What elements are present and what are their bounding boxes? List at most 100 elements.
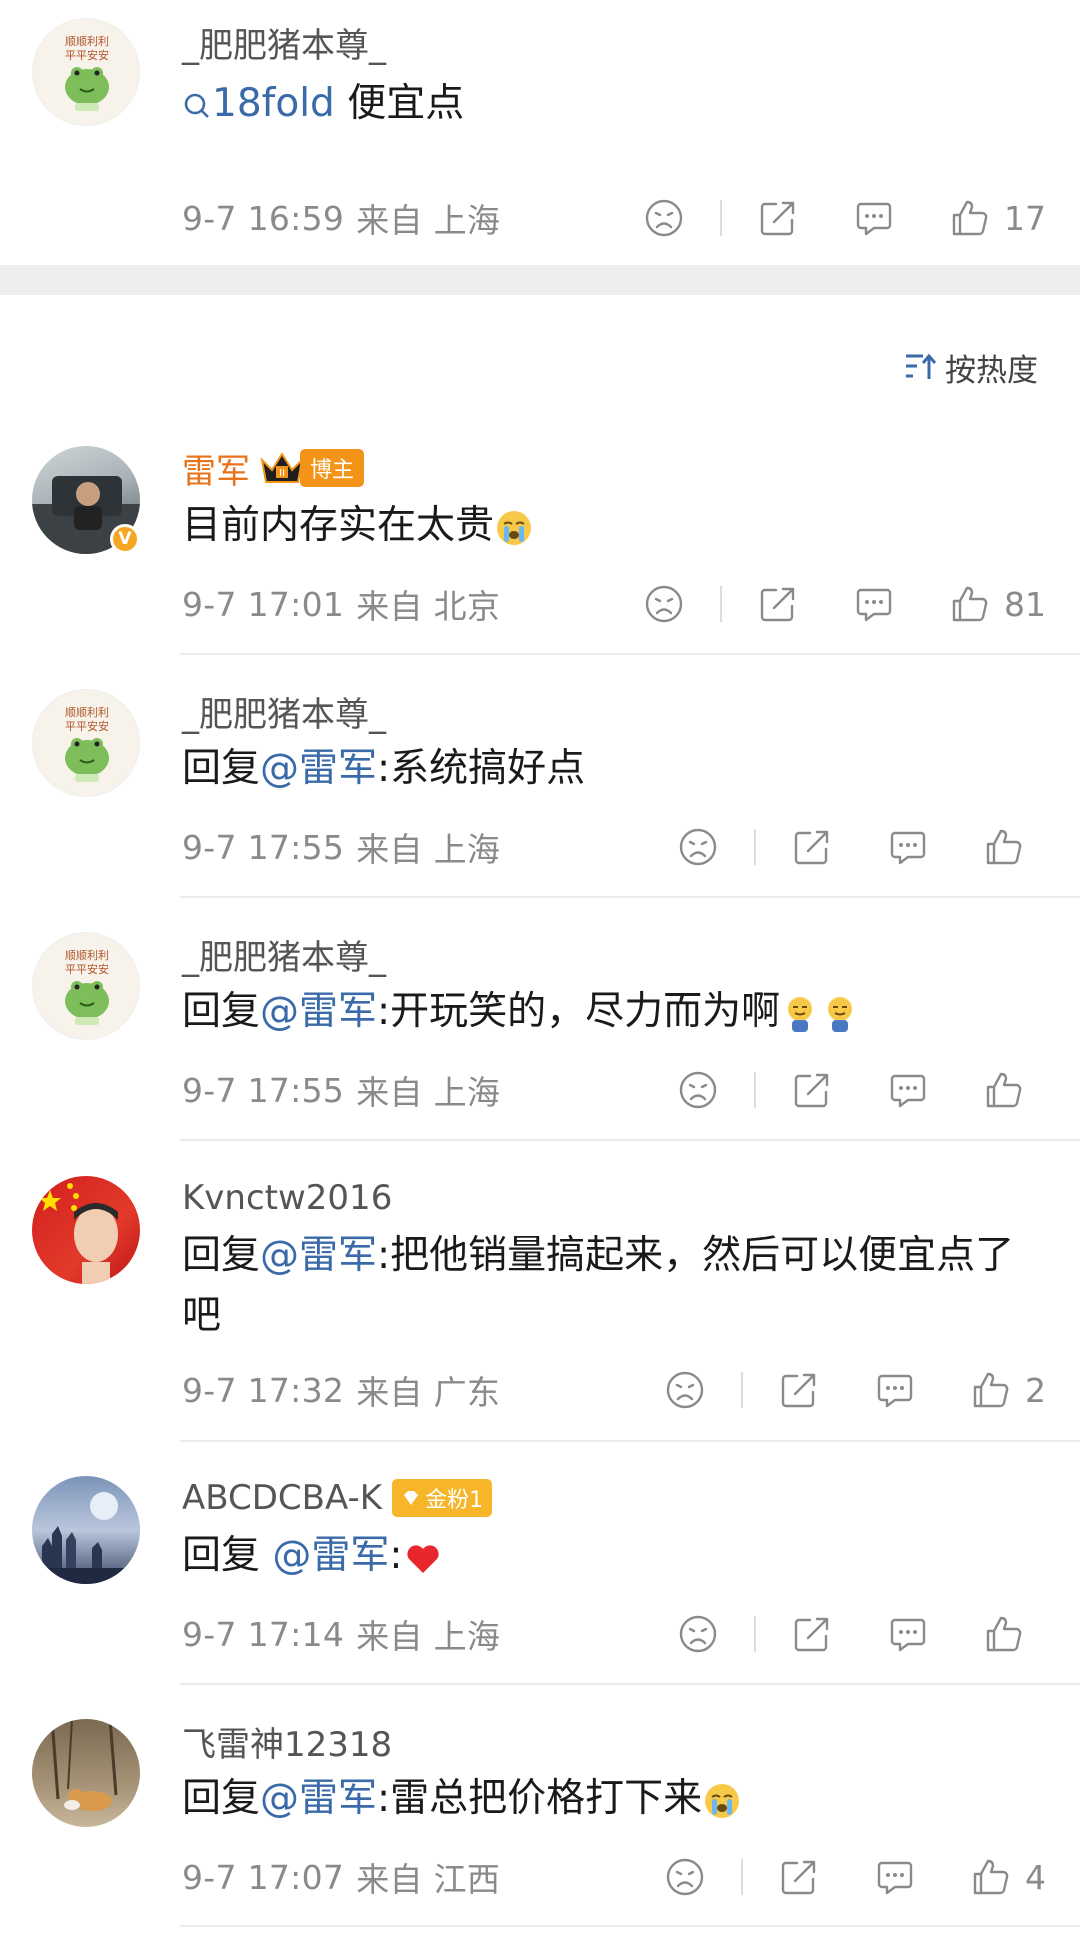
dislike-button[interactable] [676,1612,720,1656]
like-button[interactable]: 81 [948,582,1046,626]
post-date: 9-7 16:59 [182,198,345,238]
comment-button[interactable] [886,825,930,869]
thumbs-up-icon [973,1372,1009,1408]
reply-prefix: 回复 [182,989,261,1034]
comment-button[interactable] [852,196,896,240]
avatar[interactable] [32,1719,140,1827]
blogger-badge-label: 博主 [300,449,365,487]
thumbs-up-icon [973,1859,1009,1895]
sad-face-icon [679,1071,717,1109]
mention-link[interactable]: @雷军 [260,989,377,1034]
comment-author[interactable]: _肥肥猪本尊_ [182,932,386,978]
like-button[interactable]: 2 [969,1368,1046,1412]
comment-actions [676,1609,1038,1659]
comment-author[interactable]: Kvnctw2016 [182,1176,392,1220]
comment-date: 9-7 17:01 [182,584,345,624]
share-button[interactable] [790,825,834,869]
comment-location: 来自 上海 [356,830,501,869]
gem-icon [404,1491,419,1505]
mention-link[interactable]: @雷军 [260,1776,377,1821]
comment-text: 回复@雷军:开玩笑的，尽力而为啊 [182,982,1040,1042]
dislike-button[interactable] [663,1368,707,1412]
comment-divider [180,1925,1080,1927]
reply-prefix: 回复 [182,1233,261,1278]
crown-icon: II [260,452,304,483]
comment-author[interactable]: 飞雷神12318 [182,1719,392,1765]
comment-author-name: 雷军 [182,451,250,492]
like-button[interactable] [982,825,1038,869]
comment-author[interactable]: _肥肥猪本尊_ [182,689,386,735]
sad-face-icon [645,199,683,237]
section-separator [0,265,1080,295]
avatar[interactable]: 顺顺利利 平平安安 [32,18,140,126]
like-button[interactable] [982,1612,1038,1656]
comment-actions: 2 [663,1365,1046,1415]
sort-toggle[interactable]: 按热度 [903,345,1038,389]
thumbs-up-icon [986,829,1022,865]
comment-divider [180,896,1080,898]
comment-meta: 9-7 17:07 来自 江西 [182,1855,501,1900]
comment-text: 回复@雷军:把他销量搞起来，然后可以便宜点了吧 [182,1226,1040,1346]
action-divider [754,829,756,865]
comment-divider [180,1683,1080,1685]
comment-location: 来自 江西 [356,1860,501,1899]
dislike-button[interactable] [676,1068,720,1112]
sad-face-icon [645,585,683,623]
fan-badge: 金粉1 [392,1479,493,1517]
comment-date: 9-7 17:55 [182,827,345,867]
like-button[interactable]: 17 [948,196,1046,240]
share-button[interactable] [777,1368,821,1412]
comment-item: 飞雷神12318 回复@雷军:雷总把价格打下来 9-7 17:07 来自 江西 … [0,1713,1080,1947]
comment-icon [890,831,926,865]
comment-actions [676,1065,1038,1115]
share-button[interactable] [756,196,800,240]
avatar-caption-top: 顺顺利利 [65,35,109,48]
dislike-button[interactable] [642,582,686,626]
comment-button[interactable] [873,1368,917,1412]
share-button[interactable] [790,1068,834,1112]
comment-button[interactable] [886,1612,930,1656]
comment-button[interactable] [886,1068,930,1112]
sad-face-icon [666,1371,704,1409]
share-icon [781,1860,816,1895]
comment-button[interactable] [873,1855,917,1899]
mention-link[interactable]: @雷军 [260,746,377,791]
comment-icon [877,1374,913,1408]
dislike-button[interactable] [663,1855,707,1899]
verified-icon: V [110,524,140,554]
reply-prefix: 回复 [182,1533,273,1578]
comment-text-body: :系统搞好点 [377,746,586,791]
avatar[interactable]: 顺顺利利 平平安安 [32,689,140,797]
like-button[interactable] [982,1068,1038,1112]
dislike-button[interactable] [676,825,720,869]
dislike-button[interactable] [642,196,686,240]
post-author[interactable]: _肥肥猪本尊_ [182,20,386,66]
share-button[interactable] [777,1855,821,1899]
comment-icon [856,588,892,622]
action-divider [754,1072,756,1108]
mention-link[interactable]: @雷军 [260,1233,377,1278]
sad-face-icon [679,1615,717,1653]
mention-link[interactable]: @雷军 [272,1533,389,1578]
avatar[interactable] [32,1176,140,1284]
comment-author[interactable]: 雷军 II 博主 [182,446,365,492]
comment-author[interactable]: ABCDCBA-K 金粉1 [182,1476,493,1520]
avatar[interactable] [32,1476,140,1584]
comment-text-body: : [389,1533,403,1578]
comment-actions: 4 [663,1852,1046,1902]
search-link[interactable]: 18fold [182,81,335,126]
comment-location: 来自 广东 [356,1373,501,1412]
sweat-smile-emoji-icon [828,996,853,1032]
share-button[interactable] [756,582,800,626]
avatar-caption-top: 顺顺利利 [65,706,109,719]
like-button[interactable]: 4 [969,1855,1046,1899]
share-icon [760,587,795,622]
comment-divider [180,1440,1080,1442]
avatar[interactable]: 顺顺利利 平平安安 [32,932,140,1040]
comment-button[interactable] [852,582,896,626]
action-divider [720,200,722,236]
share-button[interactable] [790,1612,834,1656]
comment-icon [890,1618,926,1652]
fan-badge-label: 金粉1 [425,1488,484,1513]
comment-item: ABCDCBA-K 金粉1 回复 @雷军: 9-7 17:14 来自 上海 [0,1470,1080,1685]
